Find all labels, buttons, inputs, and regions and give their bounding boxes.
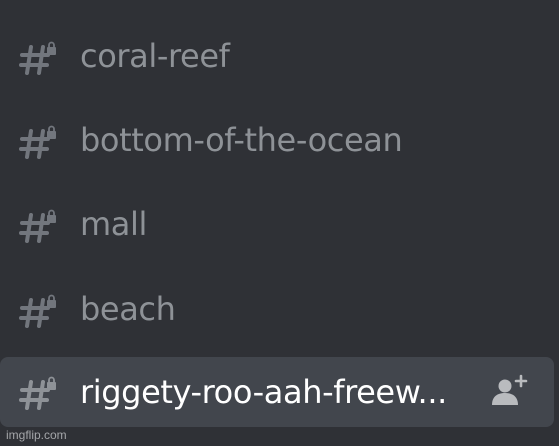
locked-text-channel-icon	[19, 41, 56, 75]
locked-text-channel-icon	[19, 209, 56, 243]
channel-item-riggety-roo-aah-freeway[interactable]: riggety-roo-aah-freew...	[0, 357, 554, 427]
locked-text-channel-icon	[19, 376, 56, 410]
channel-name: mall	[80, 205, 147, 243]
channel-name: coral-reef	[80, 37, 230, 75]
locked-text-channel-icon	[19, 125, 56, 159]
channel-item-coral-reef[interactable]: coral-reef	[0, 23, 554, 89]
channel-item-mall[interactable]: mall	[0, 191, 554, 257]
channel-item-beach[interactable]: beach	[0, 276, 554, 342]
channel-name: bottom-of-the-ocean	[80, 121, 403, 159]
channel-name: beach	[80, 290, 176, 328]
channel-list: coral-reef bottom-of-the-ocean mall beac…	[0, 0, 559, 446]
watermark: imgflip.com	[6, 428, 67, 442]
channel-name: riggety-roo-aah-freew...	[80, 373, 447, 411]
create-invite-icon[interactable]	[488, 374, 528, 406]
channel-item-bottom-of-the-ocean[interactable]: bottom-of-the-ocean	[0, 107, 554, 173]
locked-text-channel-icon	[19, 294, 56, 328]
